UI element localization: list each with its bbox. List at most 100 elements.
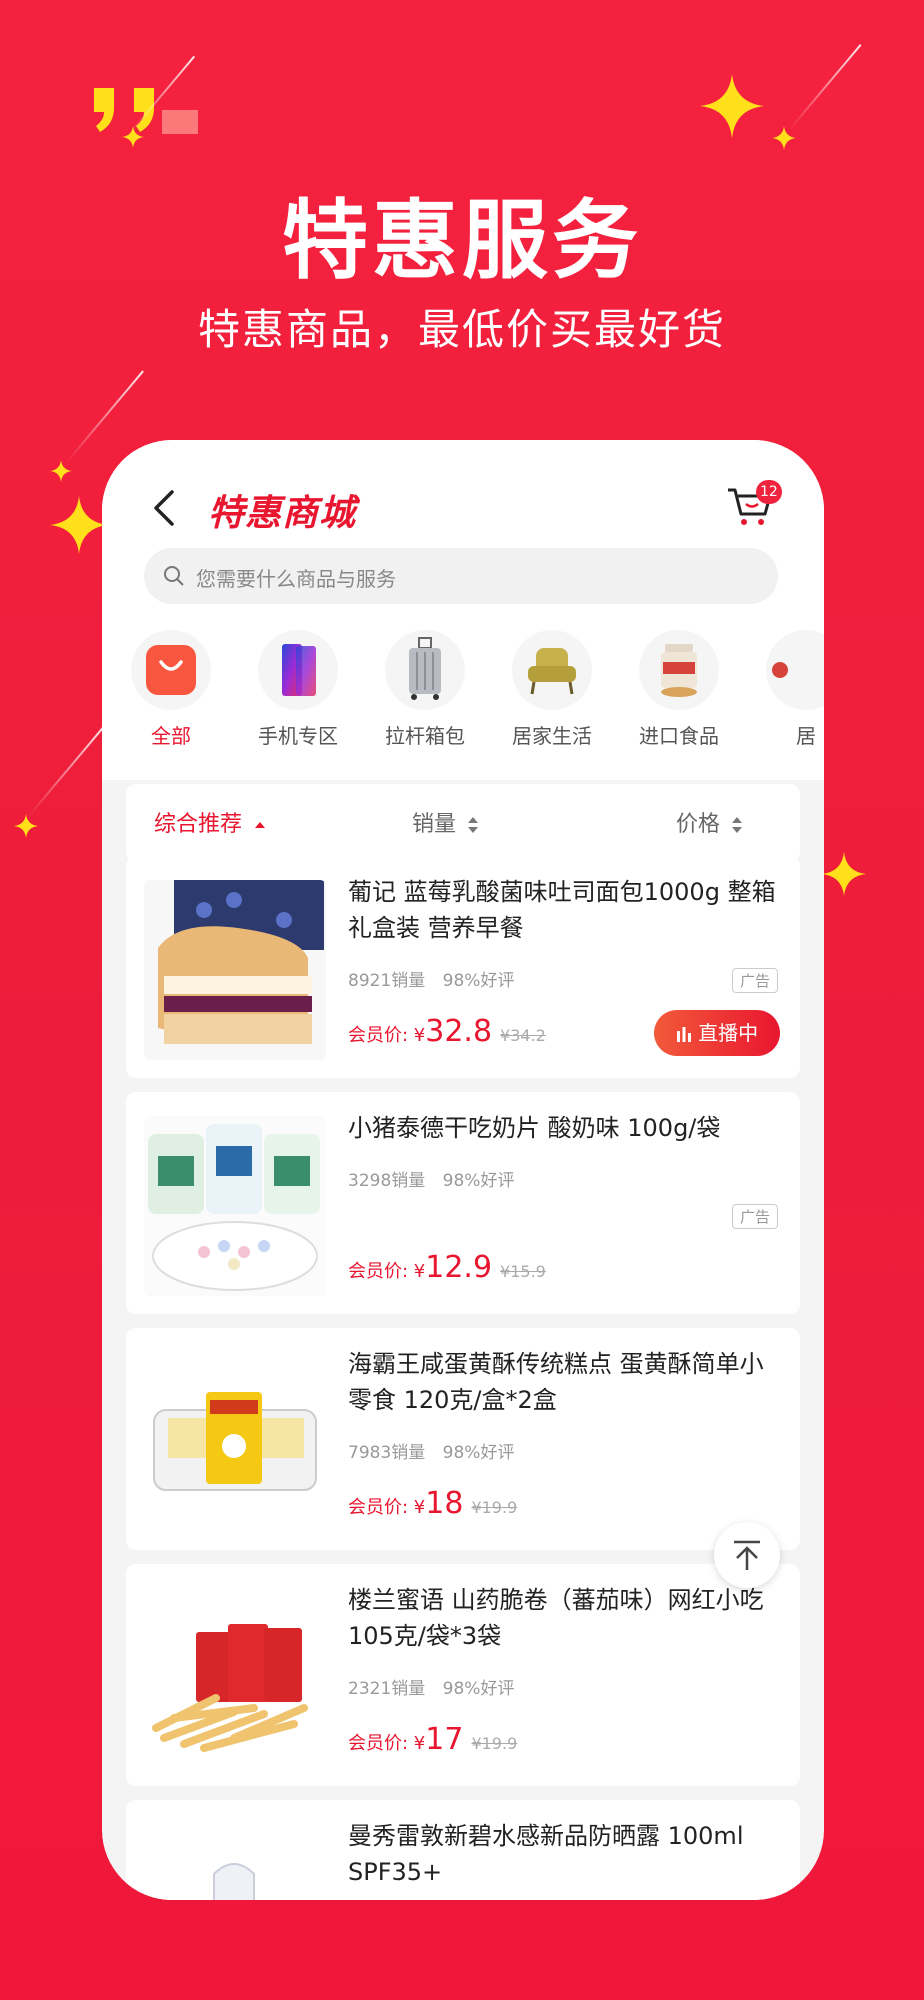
price-row: 会员价: ¥18 ¥19.9 (348, 1486, 517, 1521)
category-image (131, 630, 211, 710)
sparkle-icon (50, 496, 108, 554)
category-list: 全部 手机专区 拉杆箱包 居家生活 进口食品 居 (102, 630, 824, 760)
category-image (385, 630, 465, 710)
price-value: 17 (425, 1722, 464, 1757)
sparkle-icon (822, 852, 866, 896)
price-row: 会员价: ¥17 ¥19.9 (348, 1722, 517, 1757)
price-value: 32.8 (425, 1014, 493, 1049)
sort-comprehensive[interactable]: 综合推荐 (154, 806, 266, 838)
yam-roll-snack-image (144, 1588, 326, 1768)
sort-price-label: 价格 (676, 812, 721, 837)
search-placeholder: 您需要什么商品与服务 (196, 567, 396, 591)
product-card[interactable]: 小猪泰德干吃奶片 酸奶味 100g/袋 3298销量 98%好评 广告 会员价:… (126, 1092, 800, 1314)
product-sales: 2321销量 (348, 1679, 426, 1699)
live-bars-icon (676, 1027, 691, 1042)
arrow-up-icon (734, 1540, 760, 1570)
sparkle-icon (50, 460, 72, 482)
currency-symbol: ¥ (413, 1733, 426, 1754)
old-price: ¥15.9 (500, 1262, 546, 1281)
search-input[interactable]: 您需要什么商品与服务 (144, 548, 778, 604)
product-image (144, 1116, 326, 1296)
cart-count-badge: 12 (756, 480, 782, 504)
product-rating: 98%好评 (442, 1171, 515, 1191)
sort-bar: 综合推荐 销量 价格 (126, 784, 800, 862)
live-button[interactable]: 直播中 (654, 1010, 780, 1056)
product-card[interactable]: 海霸王咸蛋黄酥传统糕点 蛋黄酥简单小零食 120克/盒*2盒 7983销量 98… (126, 1328, 800, 1550)
old-price: ¥19.9 (471, 1498, 518, 1517)
suitcase-icon (409, 637, 441, 700)
product-image (144, 880, 326, 1060)
sparkle-icon (14, 814, 38, 838)
bread-image (144, 880, 326, 1060)
sort-updown-icon (732, 817, 743, 833)
page-title: 特惠商城 (208, 493, 357, 534)
price-label: 会员价: (348, 1733, 414, 1754)
sort-up-icon (255, 822, 266, 828)
promo-title: 特惠服务 (282, 191, 642, 291)
food-jar-icon (661, 644, 697, 697)
currency-symbol: ¥ (413, 1261, 426, 1282)
product-meta: 3298销量 98%好评 (348, 1166, 526, 1191)
product-sales: 7983销量 (348, 1443, 426, 1463)
old-price: ¥19.9 (471, 1734, 518, 1753)
product-meta: 2321销量 98%好评 (348, 1674, 526, 1699)
product-card[interactable]: 楼兰蜜语 山药脆卷（蕃茄味）网红小吃 105克/袋*3袋 2321销量 98%好… (126, 1564, 800, 1786)
category-item-all[interactable]: 全部 (116, 630, 226, 749)
back-arrow-icon[interactable] (148, 486, 180, 530)
product-title: 小猪泰德干吃奶片 酸奶味 100g/袋 (348, 1114, 721, 1142)
category-label: 进口食品 (639, 724, 719, 748)
product-sales: 3298销量 (348, 1171, 426, 1191)
app-header-area: 特惠商城 12 您需要什么商品与服务 全部 手机专区 拉杆箱包 居家生活 进口食… (102, 440, 824, 780)
category-image (639, 630, 719, 710)
currency-symbol: ¥ (413, 1497, 426, 1518)
category-item-luggage[interactable]: 拉杆箱包 (370, 630, 480, 749)
sofa-icon (528, 648, 576, 695)
product-title: 曼秀雷敦新碧水感新品防晒露 100ml SPF35+ (348, 1822, 744, 1886)
price-label: 会员价: (348, 1025, 414, 1046)
category-item-more[interactable]: 居 (751, 630, 824, 749)
product-image (144, 1824, 326, 1900)
price-value: 18 (425, 1486, 464, 1521)
search-icon (164, 566, 184, 586)
product-sales: 8921销量 (348, 971, 426, 991)
decor-streak (789, 44, 862, 130)
egg-yolk-pastry-image (144, 1352, 326, 1532)
ad-badge: 广告 (732, 1204, 779, 1229)
category-item-home[interactable]: 居家生活 (497, 630, 607, 749)
old-price: ¥34.2 (500, 1026, 546, 1045)
product-image (144, 1352, 326, 1532)
currency-symbol: ¥ (413, 1025, 426, 1046)
sort-price[interactable]: 价格 (676, 806, 743, 838)
product-card[interactable]: 葡记 蓝莓乳酸菌味吐司面包1000g 整箱礼盒装 营养早餐 8921销量 98%… (126, 856, 800, 1078)
promo-subtitle: 特惠商品，最低价买最好货 (197, 305, 726, 354)
phone-icon (282, 644, 316, 696)
product-rating: 98%好评 (442, 1679, 515, 1699)
price-row: 会员价: ¥32.8 ¥34.2 (348, 1014, 546, 1049)
sort-comprehensive-label: 综合推荐 (154, 812, 243, 837)
category-label: 居家生活 (512, 724, 592, 748)
sort-sales-label: 销量 (412, 812, 457, 837)
decor-streak (27, 724, 106, 818)
back-to-top-button[interactable] (714, 1522, 780, 1588)
price-label: 会员价: (348, 1497, 414, 1518)
category-label: 全部 (151, 724, 191, 748)
product-title: 葡记 蓝莓乳酸菌味吐司面包1000g 整箱礼盒装 营养早餐 (348, 878, 776, 942)
price-row: 会员价: ¥12.9 ¥15.9 (348, 1250, 546, 1285)
category-image (258, 630, 338, 710)
category-item-imported-food[interactable]: 进口食品 (624, 630, 734, 749)
product-card[interactable]: 曼秀雷敦新碧水感新品防晒露 100ml SPF35+ (126, 1800, 800, 1900)
phone-screen: 特惠商城 12 您需要什么商品与服务 全部 手机专区 拉杆箱包 居家生活 进口食… (102, 440, 824, 1900)
category-label: 居 (796, 724, 816, 748)
sort-sales[interactable]: 销量 (412, 806, 479, 838)
product-title: 海霸王咸蛋黄酥传统糕点 蛋黄酥简单小零食 120克/盒*2盒 (348, 1350, 764, 1414)
product-rating: 98%好评 (442, 971, 515, 991)
more-category-icon (772, 662, 788, 678)
category-label: 手机专区 (258, 724, 338, 748)
category-label: 拉杆箱包 (385, 724, 465, 748)
category-image (512, 630, 592, 710)
sparkle-icon (772, 126, 796, 150)
price-label: 会员价: (348, 1261, 414, 1282)
sparkle-icon (700, 74, 764, 138)
category-item-phone[interactable]: 手机专区 (243, 630, 353, 749)
ad-badge: 广告 (732, 968, 779, 993)
